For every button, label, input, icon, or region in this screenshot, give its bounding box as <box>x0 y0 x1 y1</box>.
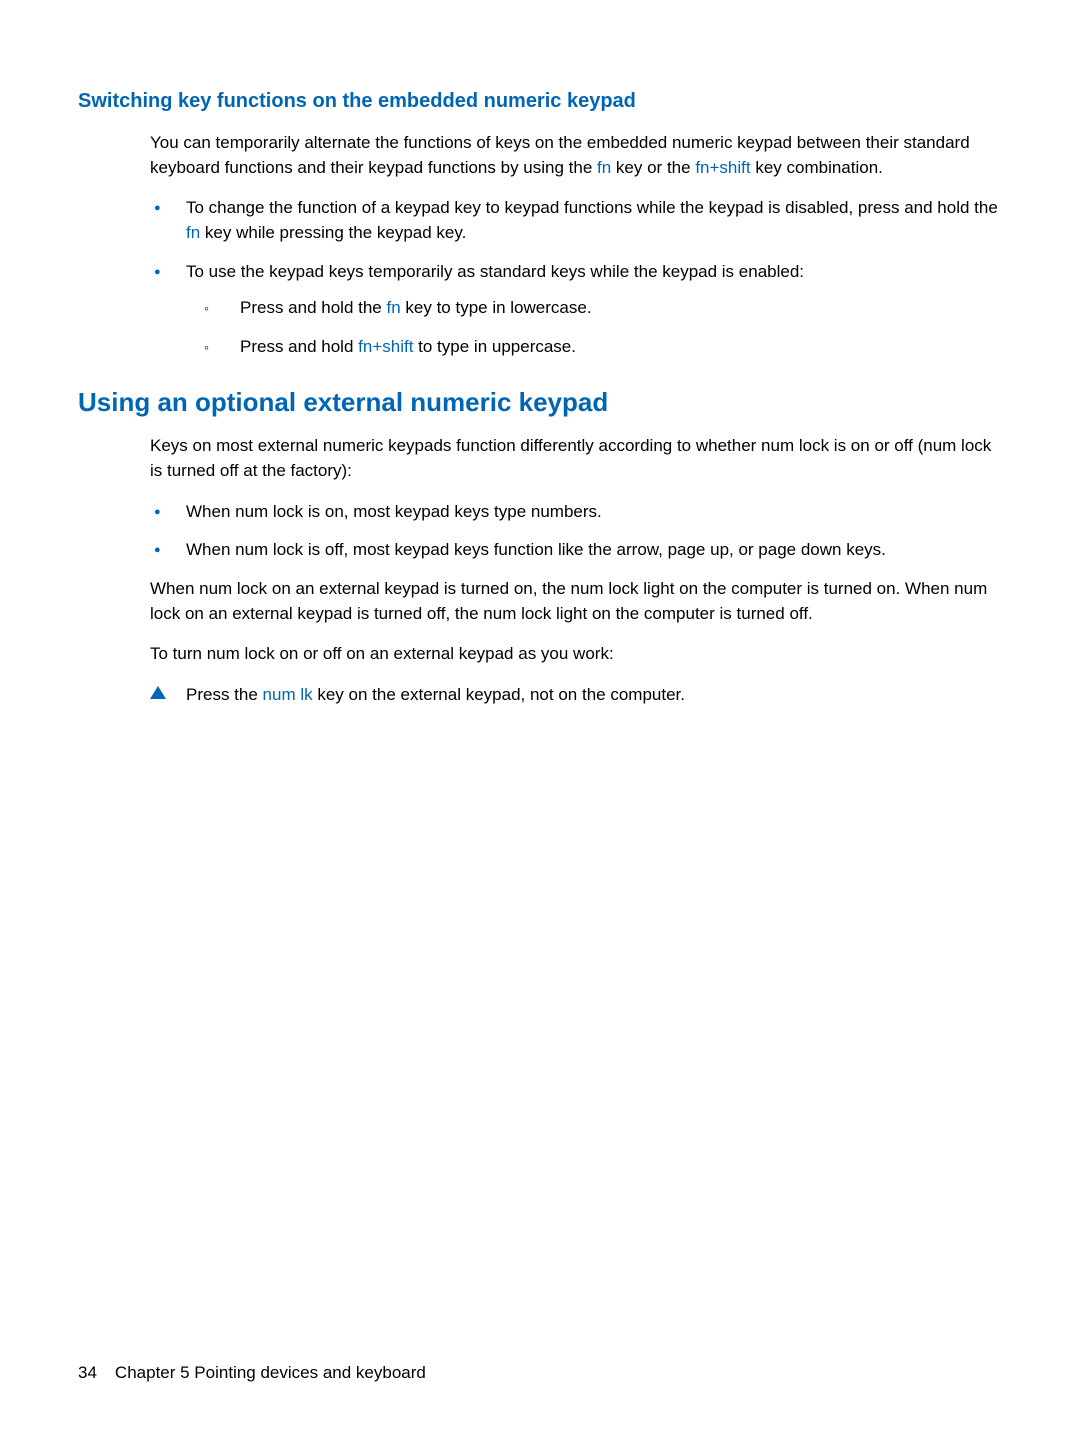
procedure-step: Press the num lk key on the external key… <box>150 683 1002 708</box>
text: key to type in lowercase. <box>401 298 592 317</box>
key-fn-shift: fn+shift <box>695 158 750 177</box>
heading-switching-key-functions: Switching key functions on the embedded … <box>78 90 1002 113</box>
list-item: Press and hold fn+shift to type in upper… <box>186 335 1002 360</box>
section1-bullet-list: To change the function of a keypad key t… <box>150 196 1002 359</box>
text: key or the <box>611 158 695 177</box>
text: To use the keypad keys temporarily as st… <box>186 262 804 281</box>
text: Press and hold the <box>240 298 386 317</box>
page-number: 34 <box>78 1363 97 1382</box>
list-item: When num lock is off, most keypad keys f… <box>150 538 1002 563</box>
page-footer: 34 Chapter 5 Pointing devices and keyboar… <box>78 1363 426 1383</box>
key-num-lk: num lk <box>263 685 313 704</box>
section1-body: You can temporarily alternate the functi… <box>150 131 1002 359</box>
heading-using-external-keypad: Using an optional external numeric keypa… <box>78 387 1002 418</box>
document-page: Switching key functions on the embedded … <box>0 0 1080 1437</box>
text: To change the function of a keypad key t… <box>186 198 998 217</box>
section2-intro-paragraph: Keys on most external numeric keypads fu… <box>150 434 1002 483</box>
text: key combination. <box>751 158 883 177</box>
key-fn: fn <box>597 158 611 177</box>
key-fn-shift: fn+shift <box>358 337 413 356</box>
list-item: To use the keypad keys temporarily as st… <box>150 260 1002 360</box>
key-fn: fn <box>186 223 200 242</box>
list-item: To change the function of a keypad key t… <box>150 196 1002 245</box>
text: Press and hold <box>240 337 358 356</box>
list-item: Press and hold the fn key to type in low… <box>186 296 1002 321</box>
text: key on the external keypad, not on the c… <box>313 685 685 704</box>
text: key while pressing the keypad key. <box>200 223 466 242</box>
key-fn: fn <box>386 298 400 317</box>
step-triangle-icon <box>150 686 166 699</box>
list-item: When num lock is on, most keypad keys ty… <box>150 500 1002 525</box>
chapter-label: Chapter 5 Pointing devices and keyboard <box>115 1363 426 1382</box>
section2-paragraph-3: To turn num lock on or off on an externa… <box>150 642 1002 667</box>
section2-paragraph-2: When num lock on an external keypad is t… <box>150 577 1002 626</box>
text: to type in uppercase. <box>413 337 576 356</box>
section1-sub-list: Press and hold the fn key to type in low… <box>186 296 1002 359</box>
text: Press the <box>186 685 263 704</box>
section1-intro-paragraph: You can temporarily alternate the functi… <box>150 131 1002 180</box>
section2-body: Keys on most external numeric keypads fu… <box>150 434 1002 707</box>
section2-bullet-list: When num lock is on, most keypad keys ty… <box>150 500 1002 563</box>
